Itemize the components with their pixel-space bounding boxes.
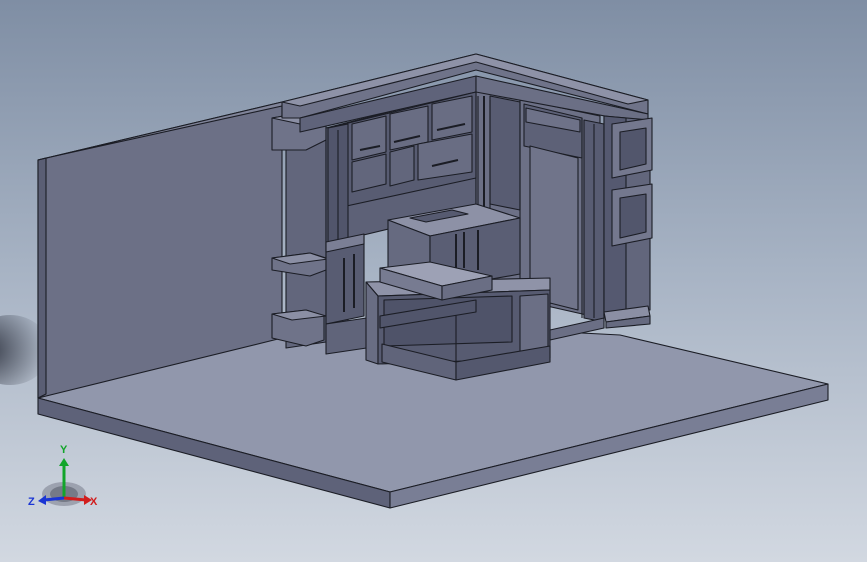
triad-y-label: Y (60, 444, 68, 456)
lower-oven (611, 183, 653, 247)
reference-triad[interactable]: Y X Z (26, 440, 106, 520)
triad-z-axis (43, 496, 65, 502)
right-column (603, 115, 653, 329)
triad-y-arrow (59, 458, 69, 466)
triad-x-label: X (90, 496, 98, 508)
triad-x-axis (63, 496, 87, 502)
triad-z-arrow (38, 495, 46, 505)
triad-z-label: Z (28, 496, 35, 508)
upper-oven (611, 117, 653, 179)
model-view[interactable] (0, 0, 867, 562)
graphics-viewport[interactable]: Y X Z (0, 0, 867, 562)
